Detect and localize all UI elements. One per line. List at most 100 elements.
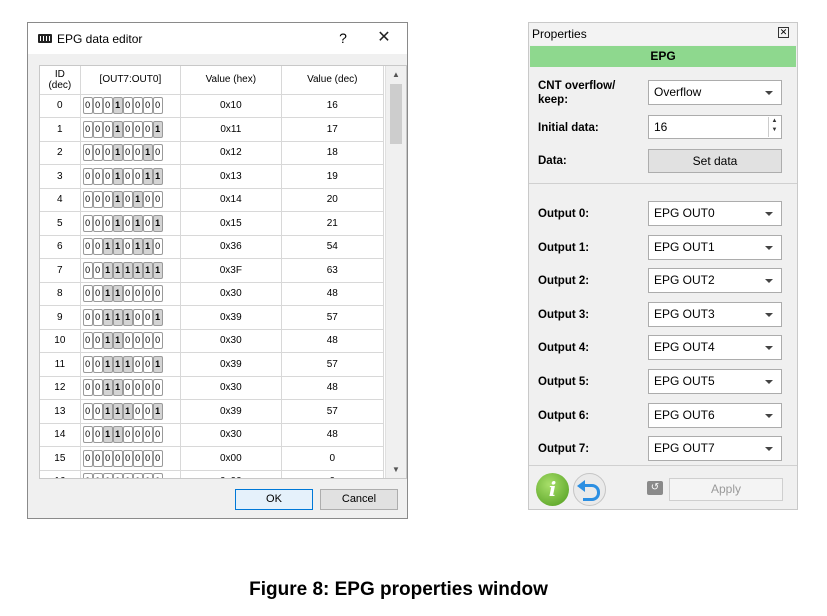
table-row[interactable]: 6 0 0 1 1 0 1 1 0 0x36 54: [40, 235, 385, 259]
row-dec-value[interactable]: 21: [281, 211, 385, 236]
bit-toggle[interactable]: 0: [142, 402, 153, 420]
row-hex-value[interactable]: 0x14: [180, 188, 282, 212]
table-row[interactable]: 14 0 0 1 1 0 0 0 0 0x30 48: [40, 423, 385, 447]
bit-toggle[interactable]: 1: [102, 355, 113, 373]
bit-toggle[interactable]: 0: [92, 308, 103, 326]
table-row[interactable]: 5 0 0 0 1 0 1 0 1 0x15 21: [40, 211, 385, 236]
row-hex-value[interactable]: 0x30: [180, 376, 282, 400]
bit-toggle[interactable]: 0: [152, 449, 163, 467]
table-row[interactable]: 10 0 0 1 1 0 0 0 0 0x30 48: [40, 329, 385, 353]
bit-toggle[interactable]: 1: [102, 261, 113, 279]
bit-toggle[interactable]: 0: [92, 402, 103, 420]
bit-toggle[interactable]: 0: [132, 144, 143, 162]
bit-toggle[interactable]: 0: [82, 238, 93, 256]
bit-toggle[interactable]: 0: [152, 473, 163, 478]
bit-toggle[interactable]: 0: [82, 214, 93, 232]
bit-toggle[interactable]: 0: [152, 379, 163, 397]
bit-toggle[interactable]: 0: [92, 285, 103, 303]
table-row[interactable]: 8 0 0 1 1 0 0 0 0 0x30 48: [40, 282, 385, 306]
bit-toggle[interactable]: 0: [152, 191, 163, 209]
bit-toggle[interactable]: 0: [152, 144, 163, 162]
row-dec-value[interactable]: 48: [281, 423, 385, 447]
bit-toggle[interactable]: 1: [122, 402, 133, 420]
bit-toggle[interactable]: 0: [142, 473, 153, 478]
bit-toggle[interactable]: 0: [122, 120, 133, 138]
bit-toggle[interactable]: 0: [142, 214, 153, 232]
bit-toggle[interactable]: 1: [102, 426, 113, 444]
table-row[interactable]: 11 0 0 1 1 1 0 0 1 0x39 57: [40, 352, 385, 377]
bit-toggle[interactable]: 0: [142, 449, 153, 467]
bit-toggle[interactable]: 0: [82, 191, 93, 209]
bit-toggle[interactable]: 0: [92, 120, 103, 138]
scroll-up-icon[interactable]: ▲: [392, 70, 400, 79]
bit-toggle[interactable]: 0: [142, 97, 153, 115]
bit-toggle[interactable]: 0: [152, 426, 163, 444]
bit-toggle[interactable]: 0: [102, 191, 113, 209]
cancel-button[interactable]: Cancel: [320, 489, 398, 510]
bit-toggle[interactable]: 0: [82, 449, 93, 467]
bit-toggle[interactable]: 0: [82, 379, 93, 397]
row-hex-value[interactable]: 0x39: [180, 305, 282, 330]
bit-toggle[interactable]: 0: [102, 144, 113, 162]
bit-toggle[interactable]: 0: [92, 355, 103, 373]
bit-toggle[interactable]: 0: [92, 144, 103, 162]
row-dec-value[interactable]: 63: [281, 258, 385, 283]
column-header-id[interactable]: ID (dec): [40, 66, 81, 95]
bit-toggle[interactable]: 0: [142, 120, 153, 138]
row-hex-value[interactable]: 0x30: [180, 329, 282, 353]
bit-toggle[interactable]: 0: [82, 426, 93, 444]
bit-toggle[interactable]: 1: [112, 402, 123, 420]
output-1-select[interactable]: EPG OUT1: [648, 234, 782, 260]
bit-toggle[interactable]: 1: [112, 97, 123, 115]
bit-toggle[interactable]: 0: [92, 191, 103, 209]
bit-toggle[interactable]: 1: [152, 261, 163, 279]
bit-toggle[interactable]: 0: [122, 191, 133, 209]
bit-toggle[interactable]: 0: [152, 238, 163, 256]
bit-toggle[interactable]: 0: [132, 308, 143, 326]
bit-toggle[interactable]: 0: [82, 308, 93, 326]
bit-toggle[interactable]: 1: [112, 120, 123, 138]
bit-toggle[interactable]: 0: [122, 332, 133, 350]
bit-toggle[interactable]: 0: [132, 97, 143, 115]
table-row[interactable]: 2 0 0 0 1 0 0 1 0 0x12 18: [40, 141, 385, 165]
bit-toggle[interactable]: 0: [82, 167, 93, 185]
output-0-select[interactable]: EPG OUT0: [648, 201, 782, 226]
row-hex-value[interactable]: 0x30: [180, 423, 282, 447]
table-row[interactable]: 7 0 0 1 1 1 1 1 1 0x3F 63: [40, 258, 385, 283]
bit-toggle[interactable]: 0: [82, 120, 93, 138]
row-hex-value[interactable]: 0x13: [180, 164, 282, 189]
row-hex-value[interactable]: 0x30: [180, 282, 282, 306]
bit-toggle[interactable]: 1: [112, 426, 123, 444]
row-dec-value[interactable]: 18: [281, 141, 385, 165]
bit-toggle[interactable]: 0: [92, 167, 103, 185]
row-hex-value[interactable]: 0x15: [180, 211, 282, 236]
bit-toggle[interactable]: 1: [142, 144, 153, 162]
bit-toggle[interactable]: 0: [132, 355, 143, 373]
table-row[interactable]: 3 0 0 0 1 0 0 1 1 0x13 19: [40, 164, 385, 189]
bit-toggle[interactable]: 0: [112, 449, 123, 467]
bit-toggle[interactable]: 0: [142, 426, 153, 444]
table-row[interactable]: 15 0 0 0 0 0 0 0 0 0x00 0: [40, 446, 385, 471]
table-row[interactable]: 9 0 0 1 1 1 0 0 1 0x39 57: [40, 305, 385, 330]
bit-toggle[interactable]: 0: [132, 120, 143, 138]
set-data-button[interactable]: Set data: [648, 149, 782, 173]
bit-toggle[interactable]: 1: [112, 379, 123, 397]
bit-toggle[interactable]: 0: [122, 285, 133, 303]
bit-toggle[interactable]: 1: [152, 167, 163, 185]
bit-toggle[interactable]: 0: [82, 285, 93, 303]
bit-toggle[interactable]: 0: [132, 402, 143, 420]
table-row[interactable]: 12 0 0 1 1 0 0 0 0 0x30 48: [40, 376, 385, 400]
bit-toggle[interactable]: 1: [122, 261, 133, 279]
bit-toggle[interactable]: 0: [132, 167, 143, 185]
row-dec-value[interactable]: 48: [281, 329, 385, 353]
row-hex-value[interactable]: 0x36: [180, 235, 282, 259]
bit-toggle[interactable]: 1: [112, 144, 123, 162]
bit-toggle[interactable]: 0: [142, 355, 153, 373]
initial-data-spinbox[interactable]: 16 ▲ ▼: [648, 115, 782, 139]
bit-toggle[interactable]: 1: [152, 214, 163, 232]
table-row[interactable]: 1 0 0 0 1 0 0 0 1 0x11 17: [40, 117, 385, 142]
bit-toggle[interactable]: 1: [152, 308, 163, 326]
bit-toggle[interactable]: 0: [122, 144, 133, 162]
scroll-down-icon[interactable]: ▼: [392, 465, 400, 474]
bit-toggle[interactable]: 0: [142, 191, 153, 209]
